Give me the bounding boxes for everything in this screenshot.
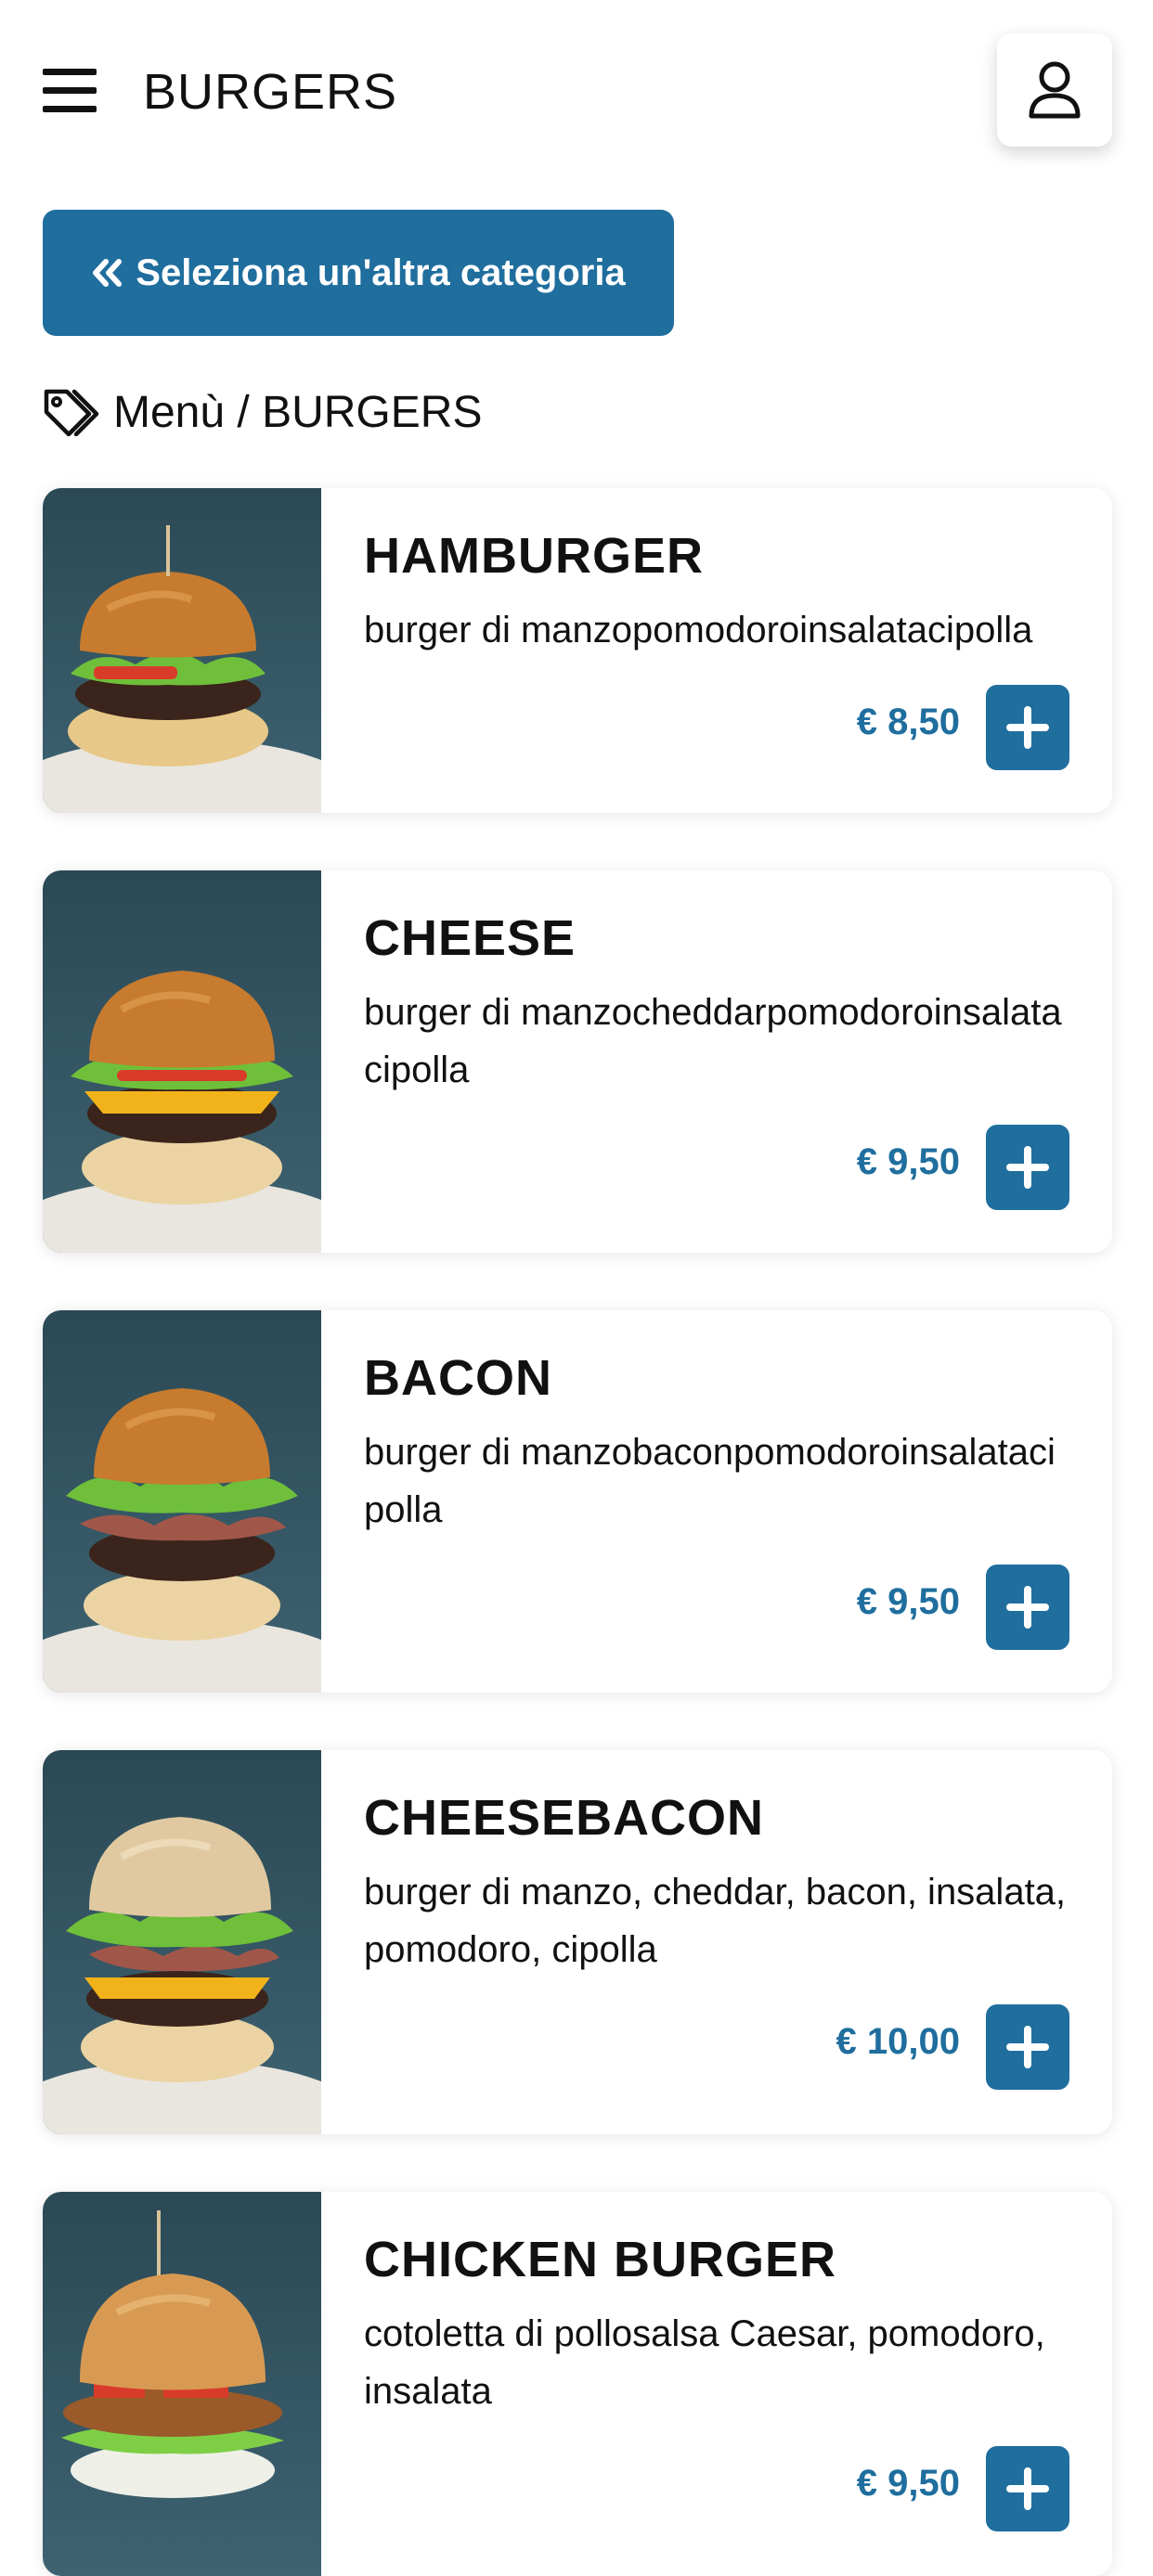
product-card[interactable]: BACON burger di manzobaconpomodoroinsala… — [43, 1310, 1112, 1693]
select-other-category-label: Seleziona un'altra categoria — [136, 251, 626, 293]
top-bar: BURGERS — [0, 0, 1153, 186]
product-price: € 9,50 — [856, 1141, 960, 1182]
plus-icon — [1006, 706, 1049, 749]
product-card[interactable]: CHICKEN BURGER cotoletta di pollosalsa C… — [43, 2192, 1112, 2576]
product-name: CHEESE — [364, 910, 576, 966]
tags-icon — [44, 389, 99, 436]
add-to-cart-button[interactable] — [986, 1565, 1069, 1650]
select-other-category-button[interactable]: Seleziona un'altra categoria — [43, 210, 674, 336]
product-photo-hamburger — [43, 488, 321, 813]
add-to-cart-button[interactable] — [986, 1125, 1069, 1210]
breadcrumb-text: Menù / BURGERS — [113, 387, 483, 437]
plus-icon — [1006, 1146, 1049, 1189]
product-description: burger di manzocheddarpomodoroinsalataci… — [364, 992, 1062, 1090]
product-name: BACON — [364, 1350, 552, 1406]
product-price: € 8,50 — [856, 702, 960, 742]
add-to-cart-button[interactable] — [986, 2004, 1069, 2090]
product-name: HAMBURGER — [364, 528, 704, 584]
breadcrumb: Menù / BURGERS — [43, 382, 482, 442]
product-card[interactable]: CHEESEBACON burger di manzo, cheddar, ba… — [43, 1750, 1112, 2134]
user-account-button[interactable] — [997, 33, 1112, 147]
product-description: burger di manzobaconpomodoroinsalatacipo… — [364, 1432, 1056, 1530]
product-card[interactable]: HAMBURGER burger di manzopomodoroinsalat… — [43, 488, 1112, 813]
plus-icon — [1006, 2467, 1049, 2510]
product-description: burger di manzo, cheddar, bacon, insalat… — [364, 1872, 1067, 1970]
double-chevron-left-icon — [93, 259, 123, 287]
plus-icon — [1006, 2026, 1049, 2068]
user-icon — [1029, 61, 1081, 119]
product-photo-chicken-burger — [43, 2192, 321, 2576]
product-description: cotoletta di pollosalsa Caesar, pomodoro… — [364, 2313, 1045, 2412]
plus-icon — [1006, 1586, 1049, 1629]
add-to-cart-button[interactable] — [986, 2446, 1069, 2531]
product-price: € 10,00 — [836, 2021, 960, 2062]
product-name: CHICKEN BURGER — [364, 2232, 837, 2287]
product-photo-bacon — [43, 1310, 321, 1693]
page-title: BURGERS — [143, 64, 398, 120]
product-price: € 9,50 — [856, 2463, 960, 2504]
product-description: burger di manzopomodoroinsalatacipolla — [364, 610, 1033, 650]
product-card[interactable]: CHEESE burger di manzocheddarpomodoroins… — [43, 870, 1112, 1253]
add-to-cart-button[interactable] — [986, 685, 1069, 770]
product-price: € 9,50 — [856, 1581, 960, 1622]
product-name: CHEESEBACON — [364, 1790, 765, 1846]
hamburger-menu-icon[interactable] — [43, 69, 97, 113]
product-photo-cheesebacon — [43, 1750, 321, 2134]
product-photo-cheese — [43, 870, 321, 1253]
